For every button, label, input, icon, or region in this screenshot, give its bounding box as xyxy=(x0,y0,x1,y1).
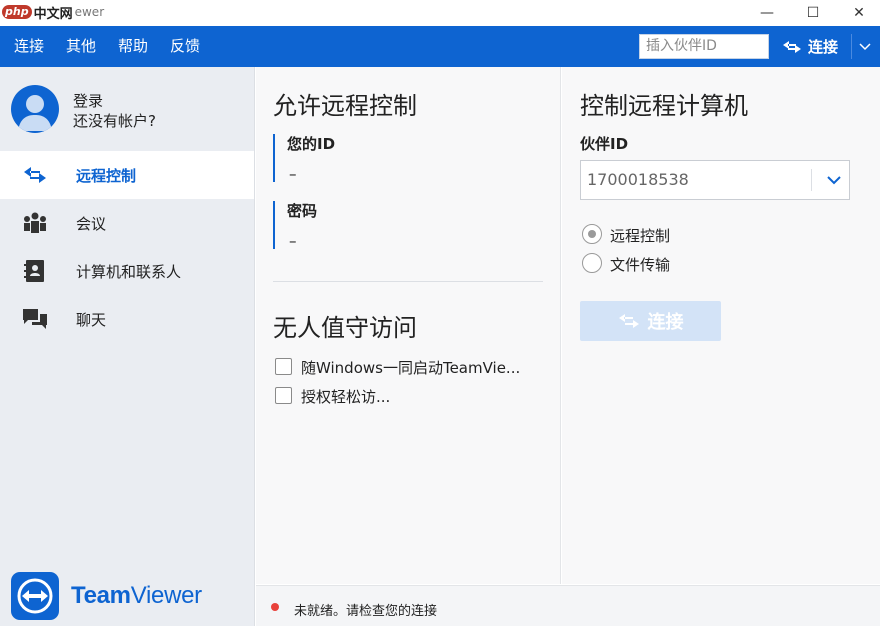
sidebar-item-meeting[interactable]: 会议 xyxy=(0,199,254,247)
remote-control-radio-label[interactable]: 远程控制 xyxy=(610,225,670,246)
teamviewer-logo-icon xyxy=(17,578,53,614)
people-icon xyxy=(22,210,48,236)
top-connect-label: 连接 xyxy=(807,38,838,56)
sidebar-item-label: 会议 xyxy=(76,214,107,233)
brand-bold: Team xyxy=(71,582,131,609)
partner-id-quick-input[interactable]: 插入伙伴ID xyxy=(639,34,769,59)
login-link[interactable]: 登录 xyxy=(73,90,103,111)
connect-button[interactable]: 连接 xyxy=(580,301,721,341)
control-remote-title: 控制远程计算机 xyxy=(580,92,748,120)
close-icon: ✕ xyxy=(853,5,865,21)
start-with-windows-label[interactable]: 随Windows一同启动TeamVie... xyxy=(301,357,520,378)
password-label: 密码 xyxy=(287,202,318,220)
arrows-swap-icon xyxy=(782,40,801,53)
no-account-link[interactable]: 还没有帐户? xyxy=(73,110,156,131)
your-id-value: – xyxy=(289,165,297,183)
sidebar-item-chat[interactable]: 聊天 xyxy=(0,295,254,343)
minimize-button[interactable]: — xyxy=(744,0,790,26)
chevron-down-icon xyxy=(858,42,871,50)
top-connect-button[interactable]: 连接 xyxy=(770,34,850,59)
your-id-label: 您的ID xyxy=(287,135,336,153)
window-title: php 中文网 ewer xyxy=(2,2,104,22)
partner-id-label: 伙伴ID xyxy=(580,135,629,153)
allow-remote-title: 允许远程控制 xyxy=(273,92,417,120)
avatar[interactable] xyxy=(11,85,59,133)
sidebar-item-label: 计算机和联系人 xyxy=(76,262,182,281)
sidebar-item-label: 远程控制 xyxy=(76,166,137,185)
contact-book-icon xyxy=(22,258,48,284)
partner-id-dropdown-button[interactable] xyxy=(819,161,849,199)
your-id-accent-bar xyxy=(273,134,275,182)
unattended-access-title: 无人值守访问 xyxy=(273,314,417,342)
php-logo: php xyxy=(2,5,32,19)
chevron-down-icon xyxy=(827,175,841,184)
section-divider xyxy=(273,281,543,282)
minimize-icon: — xyxy=(760,5,774,21)
close-button[interactable]: ✕ xyxy=(836,0,880,26)
arrows-swap-icon xyxy=(618,314,639,328)
maximize-button[interactable]: ☐ xyxy=(790,0,836,26)
sidebar-item-label: 聊天 xyxy=(76,310,107,329)
start-with-windows-checkbox[interactable] xyxy=(275,358,292,375)
status-indicator-icon xyxy=(271,603,279,611)
easy-access-label[interactable]: 授权轻松访... xyxy=(301,386,390,407)
menu-extras[interactable]: 其他 xyxy=(66,26,96,67)
file-transfer-radio[interactable] xyxy=(582,253,602,273)
menu-help[interactable]: 帮助 xyxy=(118,26,148,67)
brand-light: Viewer xyxy=(130,582,202,609)
connect-button-label: 连接 xyxy=(647,312,684,333)
maximize-icon: ☐ xyxy=(806,5,820,21)
teamviewer-wordmark: TeamViewer xyxy=(71,582,202,610)
combobox-separator xyxy=(811,169,812,191)
status-text: 未就绪。请检查您的连接 xyxy=(294,604,438,619)
partner-id-value[interactable]: 1700018538 xyxy=(587,161,689,199)
top-connect-dropdown[interactable] xyxy=(851,34,877,59)
password-accent-bar xyxy=(273,201,275,249)
teamviewer-logo xyxy=(11,572,59,620)
arrows-swap-icon xyxy=(22,162,48,188)
title-bar: php 中文网 ewer — ☐ ✕ xyxy=(0,0,880,26)
window-title-text: ewer xyxy=(74,5,105,19)
chat-icon xyxy=(22,306,48,332)
easy-access-checkbox[interactable] xyxy=(275,387,292,404)
password-value: – xyxy=(289,232,297,250)
sidebar-item-computers-contacts[interactable]: 计算机和联系人 xyxy=(0,247,254,295)
user-icon xyxy=(18,95,52,131)
site-name: 中文网 xyxy=(33,6,73,22)
menu-connection[interactable]: 连接 xyxy=(14,26,44,67)
partner-id-combobox[interactable]: 1700018538 xyxy=(580,160,850,200)
menu-feedback[interactable]: 反馈 xyxy=(170,26,200,67)
file-transfer-radio-label[interactable]: 文件传输 xyxy=(610,254,670,275)
sidebar-item-remote-control[interactable]: 远程控制 xyxy=(0,151,254,199)
remote-control-radio[interactable] xyxy=(582,224,602,244)
